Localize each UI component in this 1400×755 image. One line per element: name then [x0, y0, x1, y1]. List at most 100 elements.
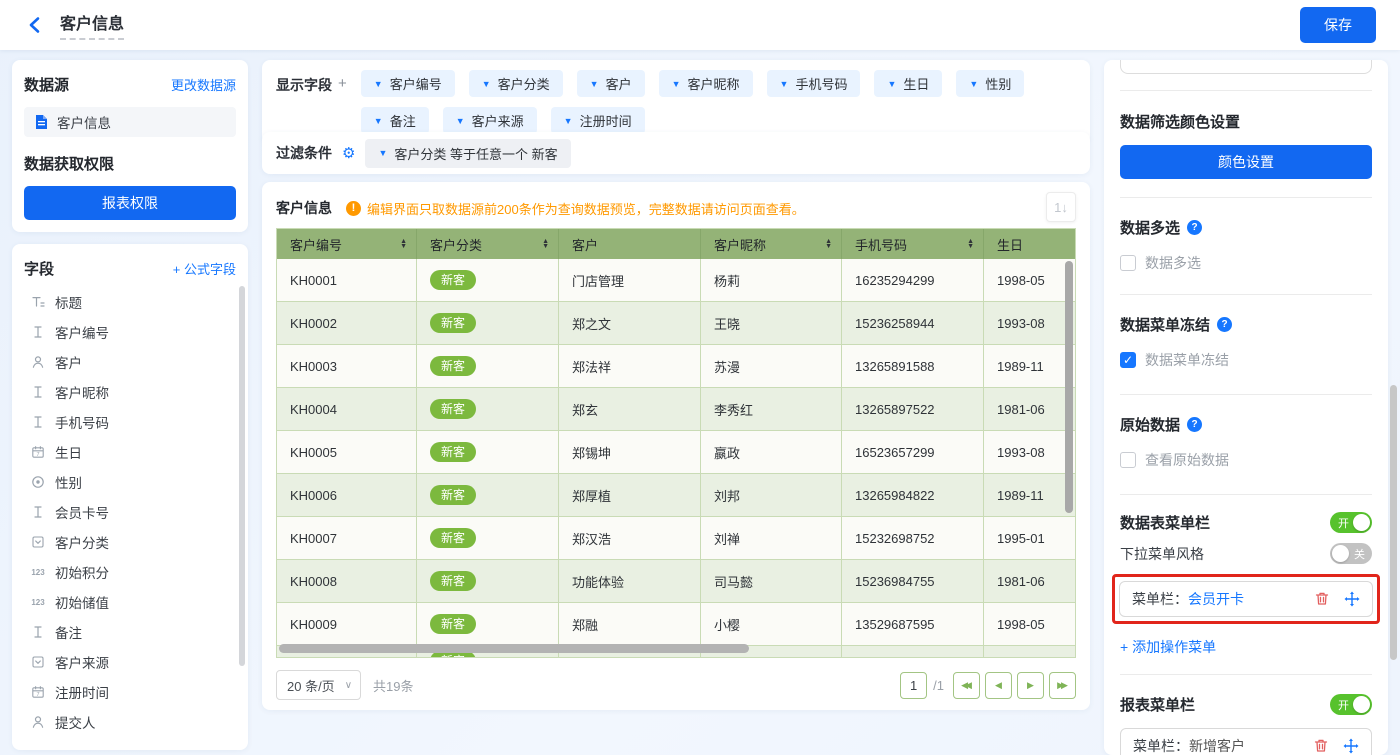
- field-item[interactable]: 提交人: [24, 707, 236, 737]
- gear-icon[interactable]: ⚙: [342, 146, 355, 161]
- delete-menu-item-button[interactable]: [1312, 738, 1329, 755]
- sort-order-button[interactable]: 1↓: [1046, 192, 1076, 222]
- add-formula-field-link[interactable]: + 公式字段: [173, 259, 236, 278]
- table-row[interactable]: KH0005新客郑锡坤嬴政165236572991993-08: [277, 431, 1076, 474]
- report-menu-toggle[interactable]: 开: [1330, 694, 1372, 715]
- add-display-field-button[interactable]: +: [338, 75, 347, 92]
- chevron-down-icon: ▼: [374, 116, 383, 126]
- raw-data-checkbox[interactable]: [1120, 452, 1136, 468]
- page-size-select[interactable]: 20 条/页 ∨: [276, 670, 361, 700]
- table-row[interactable]: KH0009新客郑融小樱135296875951998-05: [277, 603, 1076, 646]
- report-permission-button[interactable]: 报表权限: [24, 186, 236, 220]
- help-icon[interactable]: ?: [1187, 220, 1202, 235]
- column-header[interactable]: 生日: [984, 229, 1076, 259]
- report-menu-item-row[interactable]: 菜单栏： 新增客户: [1120, 728, 1372, 755]
- table-row[interactable]: KH0002新客郑之文王晓152362589441993-08: [277, 302, 1076, 345]
- drag-move-handle[interactable]: [1342, 738, 1359, 755]
- display-field-chip[interactable]: ▼客户昵称: [659, 70, 753, 97]
- field-item[interactable]: 客户来源: [24, 647, 236, 677]
- raw-data-checkbox-row[interactable]: 查看原始数据: [1120, 450, 1372, 470]
- menu-item-value[interactable]: 会员开卡: [1188, 589, 1244, 609]
- delete-menu-item-button[interactable]: [1313, 591, 1330, 608]
- menu-freeze-checkbox[interactable]: ✓: [1120, 352, 1136, 368]
- field-item[interactable]: 标题: [24, 287, 236, 317]
- last-page-button[interactable]: ▶▶: [1049, 672, 1076, 699]
- display-field-chip[interactable]: ▼客户分类: [469, 70, 563, 97]
- datasource-item-label: 客户信息: [57, 112, 111, 132]
- field-item[interactable]: 客户: [24, 347, 236, 377]
- field-item-label: 初始积分: [55, 562, 109, 582]
- color-settings-button[interactable]: 颜色设置: [1120, 145, 1372, 179]
- display-field-chip[interactable]: ▼生日: [874, 70, 942, 97]
- datasource-item[interactable]: 客户信息: [24, 107, 236, 137]
- table-row[interactable]: KH0004新客郑玄李秀红132658975221981-06: [277, 388, 1076, 431]
- sort-arrows-icon[interactable]: ▲▼: [967, 239, 974, 250]
- cell-customer-code: KH0006: [290, 488, 337, 503]
- radio-icon: [30, 474, 46, 490]
- display-field-chip[interactable]: ▼客户编号: [361, 70, 455, 97]
- display-field-chip[interactable]: ▼性别: [956, 70, 1024, 97]
- page-number-input[interactable]: 1: [900, 672, 927, 699]
- field-item[interactable]: 会员卡号: [24, 497, 236, 527]
- display-field-chip[interactable]: ▼手机号码: [767, 70, 861, 97]
- multi-select-checkbox[interactable]: [1120, 255, 1136, 271]
- drag-move-handle[interactable]: [1343, 591, 1360, 608]
- help-icon[interactable]: ?: [1187, 417, 1202, 432]
- chevron-down-icon: ▼: [374, 79, 383, 89]
- field-item[interactable]: 性别: [24, 467, 236, 497]
- table-menu-toggle[interactable]: 开: [1330, 512, 1372, 533]
- menu-freeze-checkbox-row[interactable]: ✓ 数据菜单冻结: [1120, 350, 1372, 370]
- fields-scrollbar[interactable]: [239, 286, 245, 666]
- field-item[interactable]: 7注册时间: [24, 677, 236, 707]
- next-page-button[interactable]: ▶: [1017, 672, 1044, 699]
- table-horizontal-scrollbar[interactable]: [279, 644, 749, 653]
- menu-item-value[interactable]: 新增客户: [1189, 736, 1245, 755]
- display-field-chip[interactable]: ▼备注: [361, 107, 429, 134]
- table-row[interactable]: KH0008新客功能体验司马懿152369847551981-06: [277, 560, 1076, 603]
- table-menu-item-row[interactable]: 菜单栏： 会员开卡: [1119, 581, 1373, 617]
- cell-phone: 13265897522: [855, 402, 935, 417]
- field-item[interactable]: 备注: [24, 617, 236, 647]
- cell-birthday: 1981-06: [997, 402, 1045, 417]
- field-item[interactable]: 7生日: [24, 437, 236, 467]
- add-action-menu-link[interactable]: + 添加操作菜单: [1120, 637, 1372, 657]
- save-button[interactable]: 保存: [1300, 7, 1376, 43]
- table-row[interactable]: KH0007新客郑汉浩刘禅152326987521995-01: [277, 517, 1076, 560]
- field-item[interactable]: 手机号码: [24, 407, 236, 437]
- chip-label: 客户分类: [498, 74, 550, 93]
- window-scrollbar[interactable]: [1390, 385, 1397, 660]
- datasource-title: 数据源: [24, 74, 69, 95]
- field-item[interactable]: 客户编号: [24, 317, 236, 347]
- first-page-button[interactable]: ◀◀: [953, 672, 980, 699]
- field-item[interactable]: 123初始储值: [24, 587, 236, 617]
- display-field-chip[interactable]: ▼客户来源: [443, 107, 537, 134]
- change-datasource-link[interactable]: 更改数据源: [171, 75, 236, 94]
- field-item[interactable]: 客户分类: [24, 527, 236, 557]
- column-header[interactable]: 客户昵称▲▼: [701, 229, 842, 259]
- filter-condition-chip[interactable]: ▼ 客户分类 等于任意一个 新客: [365, 139, 570, 168]
- sort-arrows-icon[interactable]: ▲▼: [400, 239, 407, 250]
- field-item[interactable]: 客户昵称: [24, 377, 236, 407]
- display-field-chip[interactable]: ▼客户: [577, 70, 645, 97]
- column-header[interactable]: 手机号码▲▼: [842, 229, 984, 259]
- dropdown-style-toggle[interactable]: 关: [1330, 543, 1372, 564]
- page-total-label: /1: [933, 678, 944, 693]
- field-item[interactable]: 123初始积分: [24, 557, 236, 587]
- fields-title: 字段: [24, 258, 54, 279]
- table-row[interactable]: KH0003新客郑法祥苏漫132658915881989-11: [277, 345, 1076, 388]
- cell-phone: 13265891588: [855, 359, 935, 374]
- column-header[interactable]: 客户分类▲▼: [417, 229, 559, 259]
- help-icon[interactable]: ?: [1217, 317, 1232, 332]
- multi-select-checkbox-row[interactable]: 数据多选: [1120, 253, 1372, 273]
- sort-arrows-icon[interactable]: ▲▼: [542, 239, 549, 250]
- raw-data-title: 原始数据: [1120, 414, 1180, 435]
- table-row[interactable]: KH0001新客门店管理杨莉162352942991998-05: [277, 259, 1076, 302]
- sort-arrows-icon[interactable]: ▲▼: [825, 239, 832, 250]
- column-header[interactable]: 客户: [559, 229, 701, 259]
- display-field-chip[interactable]: ▼注册时间: [551, 107, 645, 134]
- column-header[interactable]: 客户编号▲▼: [277, 229, 417, 259]
- prev-page-button[interactable]: ◀: [985, 672, 1012, 699]
- table-row[interactable]: KH0006新客郑厚植刘邦132659848221989-11: [277, 474, 1076, 517]
- back-button[interactable]: [24, 14, 46, 36]
- table-vertical-scrollbar[interactable]: [1065, 261, 1073, 513]
